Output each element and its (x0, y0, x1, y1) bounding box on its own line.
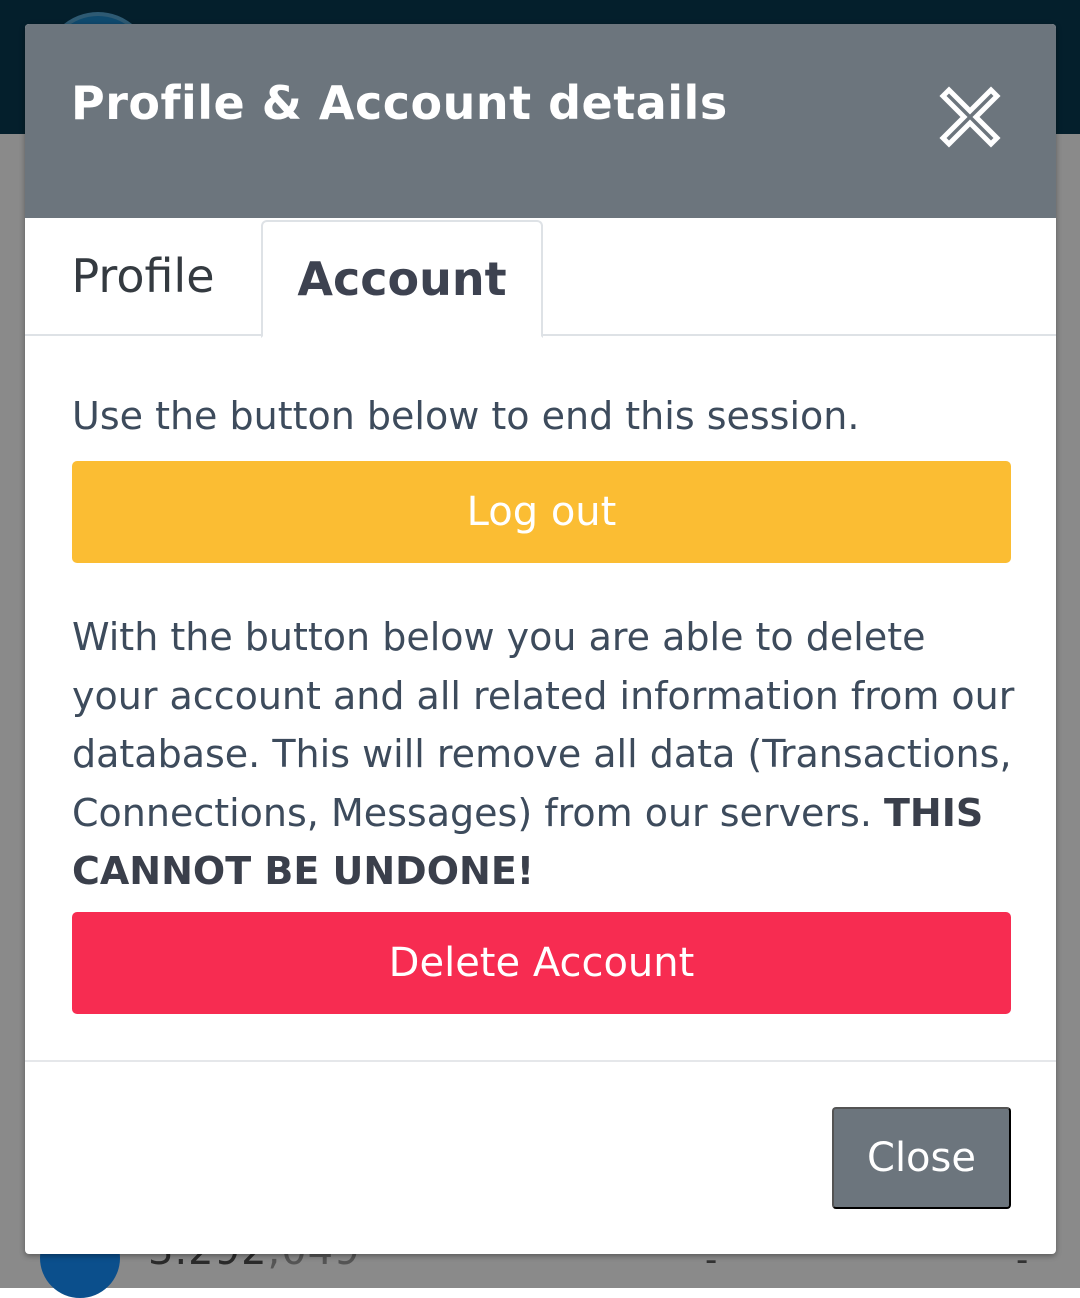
close-button[interactable]: Close (832, 1107, 1011, 1209)
tab-profile[interactable]: Profile (25, 218, 261, 334)
delete-description: With the button below you are able to de… (72, 615, 1015, 835)
close-x-icon[interactable] (939, 86, 1001, 148)
modal-title: Profile & Account details (71, 76, 728, 130)
footer-divider (25, 1060, 1056, 1062)
delete-account-button[interactable]: Delete Account (72, 912, 1011, 1014)
tab-bar: Profile Account (25, 218, 1056, 338)
logout-button[interactable]: Log out (72, 461, 1011, 563)
modal-header: Profile & Account details (25, 24, 1056, 218)
profile-account-modal: Profile & Account details Profile Accoun… (25, 24, 1056, 1254)
tab-account[interactable]: Account (261, 220, 543, 338)
delete-warning-text: With the button below you are able to de… (72, 608, 1022, 901)
session-text: Use the button below to end this session… (72, 394, 860, 438)
